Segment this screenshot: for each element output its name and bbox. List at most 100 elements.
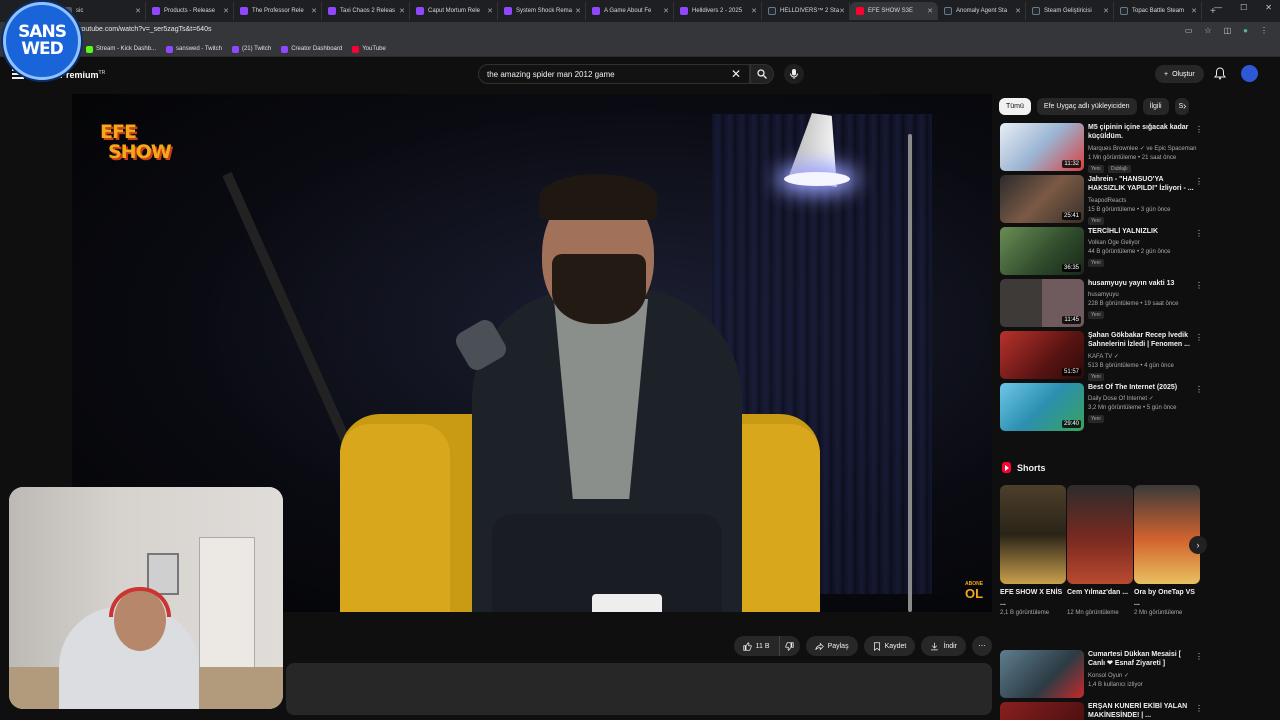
chip-related[interactable]: İlgili	[1142, 97, 1169, 115]
chip-more[interactable]: S	[1174, 97, 1189, 115]
download-button[interactable]: İndir	[921, 636, 966, 656]
voice-search-button[interactable]	[784, 64, 804, 84]
shorts-next-chevron-icon[interactable]: ›	[1189, 536, 1207, 554]
browser-tab[interactable]: Products - Release ✕	[146, 2, 234, 20]
tab-close-icon[interactable]: ✕	[399, 7, 405, 15]
video-thumbnail[interactable]: 51:57	[1000, 331, 1084, 379]
more-vert-icon[interactable]: ⋮	[1195, 229, 1203, 238]
channel-name[interactable]: Marques Brownlee ✓ ve Epic Spaceman	[1088, 145, 1202, 153]
channel-name[interactable]: TeapodReacts	[1088, 197, 1202, 205]
video-thumbnail[interactable]	[1000, 650, 1084, 698]
search-button[interactable]	[750, 64, 774, 84]
subscribe-watermark[interactable]: ABONE OL	[965, 581, 983, 600]
youtube-logo[interactable]: PremiumTR	[60, 70, 105, 80]
chip-from-uploader[interactable]: Efe Uygaç adlı yükleyiciden	[1036, 97, 1137, 115]
browser-tab[interactable]: The Professor Rele ✕	[234, 2, 322, 20]
browser-tab[interactable]: Caput Mortum Rele ✕	[410, 2, 498, 20]
list-item[interactable]: 11:45 husamyuyu yayın vakti 13 husamyuyu…	[1000, 279, 1203, 330]
minimize-icon[interactable]: —	[1214, 3, 1222, 12]
more-vert-icon[interactable]: ⋮	[1195, 385, 1203, 394]
notifications-bell-icon[interactable]	[1214, 67, 1226, 80]
save-button[interactable]: Kaydet	[863, 636, 916, 656]
tab-close-icon[interactable]: ✕	[663, 7, 669, 15]
video-title[interactable]: Best Of The Internet (2025)	[1088, 383, 1196, 392]
video-thumbnail[interactable]: 29:40	[1000, 383, 1084, 431]
tab-close-icon[interactable]: ✕	[927, 7, 933, 15]
channel-name[interactable]: KAFA TV ✓	[1088, 353, 1202, 361]
tab-close-icon[interactable]: ✕	[135, 7, 141, 15]
create-button[interactable]: + Oluştur	[1155, 65, 1204, 83]
browser-tab[interactable]: System Shock Rema ✕	[498, 2, 586, 20]
description-box[interactable]	[286, 663, 992, 715]
short-item[interactable]: Ora by OneTap VS ... 2 Mn görüntüleme	[1134, 485, 1200, 618]
browser-tab[interactable]: HELLDIVERS™ 2 Sta ✕	[762, 2, 850, 20]
short-title[interactable]: EFE SHOW X ENİS ...	[1000, 587, 1066, 609]
short-thumbnail[interactable]	[1067, 485, 1133, 584]
avatar[interactable]	[1241, 65, 1258, 82]
video-title[interactable]: Şahan Gökbakar Recep İvedik Sahnelerini …	[1088, 331, 1196, 349]
bookmark-star-icon[interactable]: ☆	[1204, 26, 1211, 35]
tab-close-icon[interactable]: ✕	[487, 7, 493, 15]
video-title[interactable]: Cumartesi Dükkan Mesaisi [ Canlı ❤ Esnaf…	[1088, 650, 1196, 668]
short-thumbnail[interactable]	[1134, 485, 1200, 584]
bookmark-item[interactable]: Stream - Kick Dashb...	[86, 45, 156, 53]
short-title[interactable]: Ora by OneTap VS ...	[1134, 587, 1200, 609]
tab-close-icon[interactable]: ✕	[839, 7, 845, 15]
browser-tab[interactable]: Anomaly Agent Sta ✕	[938, 2, 1026, 20]
video-title[interactable]: Jahrein - "HANSUO'YA HAKSIZLIK YAPILDI" …	[1088, 175, 1196, 193]
maximize-icon[interactable]: ☐	[1240, 3, 1247, 12]
browser-tab[interactable]: Helldivers 2 - 2025 ✕	[674, 2, 762, 20]
like-button[interactable]: 11 B	[733, 636, 780, 656]
more-vert-icon[interactable]: ⋮	[1195, 652, 1203, 661]
bookmark-item[interactable]: Creator Dashboard	[281, 45, 342, 53]
tab-close-icon[interactable]: ✕	[311, 7, 317, 15]
video-thumbnail[interactable]	[1000, 702, 1084, 720]
video-title[interactable]: M5 çipinin içine sığacak kadar küçüldüm.	[1088, 123, 1196, 141]
short-item[interactable]: EFE SHOW X ENİS ... 2,1 B görüntüleme	[1000, 485, 1066, 618]
tab-close-icon[interactable]: ✕	[1103, 7, 1109, 15]
tab-close-icon[interactable]: ✕	[223, 7, 229, 15]
channel-name[interactable]: Volkan Öge Geliyor	[1088, 239, 1202, 247]
cast-icon[interactable]: ▭	[1185, 26, 1193, 35]
more-vert-icon[interactable]: ⋮	[1195, 177, 1203, 186]
list-item[interactable]: 36:35 TERCİHLİ YALNIZLIK Volkan Öge Geli…	[1000, 227, 1203, 278]
share-button[interactable]: Paylaş	[805, 636, 858, 656]
bookmark-item[interactable]: (21) Twitch	[231, 45, 271, 53]
video-thumbnail[interactable]: 11:45	[1000, 279, 1084, 327]
browser-tab[interactable]: A Game About Fe ✕	[586, 2, 674, 20]
browser-menu-icon[interactable]: ⋮	[1260, 26, 1268, 35]
tab-close-icon[interactable]: ✕	[1015, 7, 1021, 15]
video-thumbnail[interactable]: 36:35	[1000, 227, 1084, 275]
channel-name[interactable]: husamyuyu	[1088, 291, 1202, 299]
video-title[interactable]: husamyuyu yayın vakti 13	[1088, 279, 1196, 288]
short-title[interactable]: Cem Yılmaz'dan ...	[1067, 587, 1133, 609]
url-field[interactable]: youtube.com/watch?v=_ser5zagTs&t=640s	[78, 26, 211, 33]
search-input[interactable]: the amazing spider man 2012 game	[478, 64, 750, 84]
list-item[interactable]: ERŞAN KUNERİ EKİBİ YALAN MAKİNESİNDE! | …	[1000, 702, 1203, 720]
list-item[interactable]: 11:32 M5 çipinin içine sığacak kadar küç…	[1000, 123, 1203, 174]
channel-name[interactable]: Konsol Oyun ✓	[1088, 672, 1202, 680]
browser-tab[interactable]: Topac Battle Steam ✕	[1114, 2, 1202, 20]
list-item[interactable]: Cumartesi Dükkan Mesaisi [ Canlı ❤ Esnaf…	[1000, 650, 1203, 701]
more-actions-button[interactable]: ⋯	[972, 636, 992, 656]
list-item[interactable]: 25:41 Jahrein - "HANSUO'YA HAKSIZLIK YAP…	[1000, 175, 1203, 226]
more-vert-icon[interactable]: ⋮	[1195, 704, 1203, 713]
close-window-icon[interactable]: ✕	[1265, 3, 1272, 12]
browser-tab[interactable]: Steam Geliştiricisi ✕	[1026, 2, 1114, 20]
chip-all[interactable]: Tümü	[999, 97, 1031, 115]
list-item[interactable]: 51:57 Şahan Gökbakar Recep İvedik Sahnel…	[1000, 331, 1203, 382]
clear-search-icon[interactable]: ✕	[731, 67, 741, 81]
channel-name[interactable]: Daily Dose Of Internet ✓	[1088, 395, 1202, 403]
browser-tab[interactable]: Taxi Chaos 2 Releas ✕	[322, 2, 410, 20]
bookmark-item[interactable]: sanswed - Twitch	[166, 45, 222, 53]
dislike-button[interactable]	[779, 636, 800, 656]
tab-close-icon[interactable]: ✕	[1191, 7, 1197, 15]
list-item[interactable]: 29:40 Best Of The Internet (2025) Daily …	[1000, 383, 1203, 434]
tab-close-icon[interactable]: ✕	[751, 7, 757, 15]
bookmark-item[interactable]: YouTube	[352, 45, 386, 53]
more-vert-icon[interactable]: ⋮	[1195, 125, 1203, 134]
video-title[interactable]: TERCİHLİ YALNIZLIK	[1088, 227, 1196, 236]
more-vert-icon[interactable]: ⋮	[1195, 333, 1203, 342]
profile-icon[interactable]: ●	[1243, 26, 1248, 35]
more-vert-icon[interactable]: ⋮	[1195, 281, 1203, 290]
